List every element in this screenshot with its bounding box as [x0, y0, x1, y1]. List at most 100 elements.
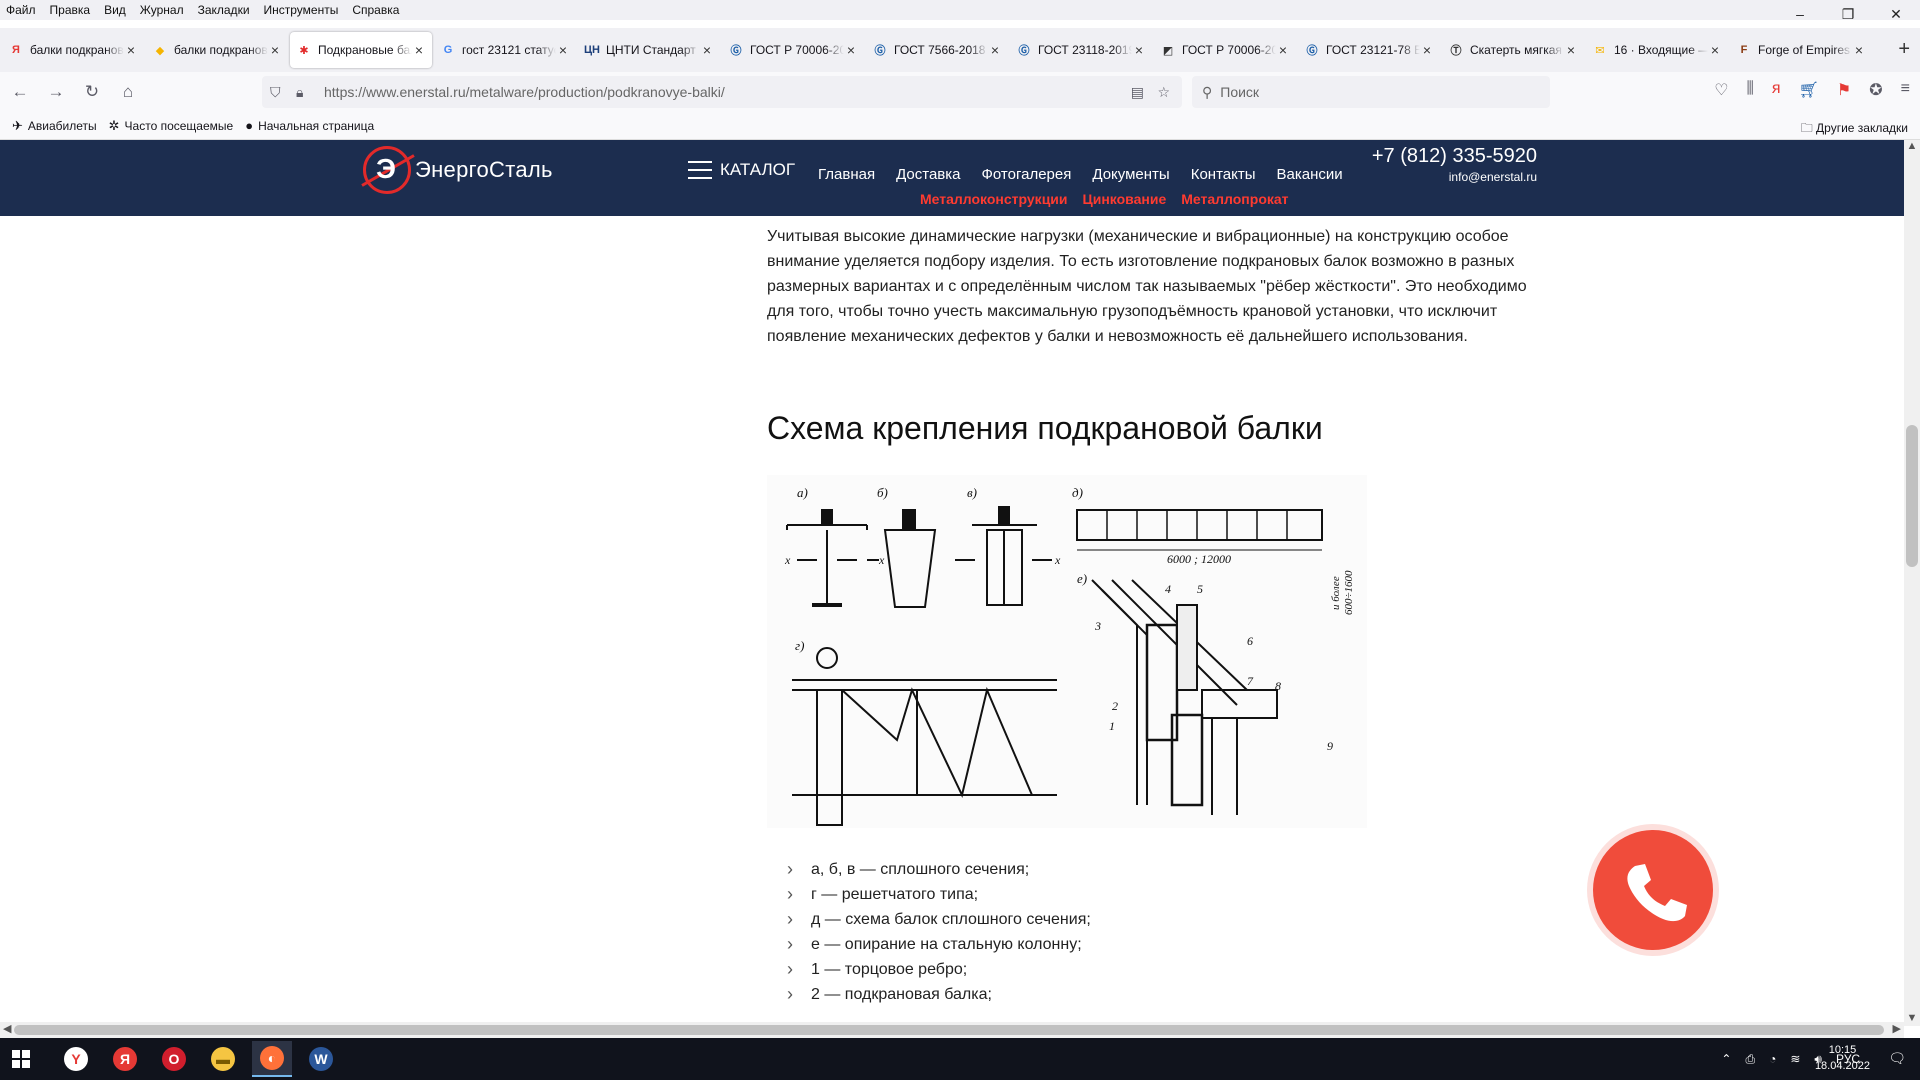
- tab-close-icon[interactable]: ×: [124, 42, 138, 58]
- scroll-down-icon[interactable]: ▼: [1904, 1012, 1920, 1024]
- tray-chevron-icon[interactable]: ⌃: [1721, 1052, 1731, 1066]
- label-n9: 9: [1327, 739, 1333, 753]
- address-bar[interactable]: ⛉ 🔒︎ https://www.enerstal.ru/metalware/p…: [262, 76, 1182, 108]
- restore-icon[interactable]: ❐: [1824, 0, 1872, 28]
- tab-close-icon[interactable]: ×: [844, 42, 858, 58]
- email-link[interactable]: info@enerstal.ru: [1449, 170, 1537, 184]
- browser-tab[interactable]: Ⓖ ГОСТ 7566-2018 ×: [866, 32, 1008, 68]
- taskbar-app[interactable]: W: [301, 1041, 341, 1077]
- game-icon: F: [1740, 44, 1748, 56]
- tab-close-icon[interactable]: ×: [412, 42, 426, 58]
- url-text[interactable]: https://www.enerstal.ru/metalware/produc…: [324, 84, 725, 100]
- shield-icon[interactable]: ⛉: [270, 84, 281, 101]
- close-window-icon[interactable]: ✕: [1872, 0, 1920, 28]
- browser-tab[interactable]: ◆ балки подкрановые×: [146, 32, 288, 68]
- menu-item[interactable]: Вид: [97, 3, 133, 17]
- nav-link[interactable]: Фотогалерея: [982, 166, 1072, 183]
- forward-icon[interactable]: →: [40, 76, 72, 108]
- label-x-3: x: [1054, 553, 1061, 567]
- catalog-button[interactable]: КАТАЛОГ: [688, 160, 795, 180]
- browser-tab[interactable]: ЦН ЦНТИ Стандарт ×: [578, 32, 720, 68]
- tab-close-icon[interactable]: ×: [1276, 42, 1290, 58]
- library-icon[interactable]: ⫼: [1747, 80, 1754, 100]
- tab-close-icon[interactable]: ×: [556, 42, 570, 58]
- taskbar-app[interactable]: Y: [56, 1041, 96, 1077]
- scroll-right-icon[interactable]: ▶: [1893, 1022, 1901, 1035]
- search-bar[interactable]: ⚲ Поиск: [1192, 76, 1550, 108]
- home-icon[interactable]: ⌂: [112, 76, 144, 108]
- menu-item[interactable]: Файл: [0, 3, 43, 17]
- browser-tab[interactable]: ◩ ГОСТ Р 70006-2022×: [1154, 32, 1296, 68]
- taskbar-app[interactable]: ▬: [203, 1041, 243, 1077]
- catalog-label: КАТАЛОГ: [720, 160, 796, 179]
- reader-view-icon[interactable]: ▤: [1131, 84, 1144, 101]
- back-icon[interactable]: ←: [4, 76, 36, 108]
- network-icon[interactable]: ◔: [1769, 1052, 1776, 1066]
- nav-link[interactable]: Доставка: [896, 166, 960, 183]
- menu-item[interactable]: Инструменты: [257, 3, 346, 17]
- nav-link[interactable]: Документы: [1092, 166, 1169, 183]
- tab-close-icon[interactable]: ×: [1708, 42, 1722, 58]
- phone-icon: [1627, 864, 1687, 922]
- app-menu-icon[interactable]: ≡: [1901, 80, 1910, 100]
- tab-close-icon[interactable]: ×: [268, 42, 282, 58]
- site-logo[interactable]: ЭнергоСталь: [363, 146, 553, 194]
- scroll-left-icon[interactable]: ◀: [3, 1022, 11, 1035]
- tab-close-icon[interactable]: ×: [1852, 42, 1866, 58]
- browser-tab[interactable]: Gгост 23121 статус ×: [434, 32, 576, 68]
- new-tab-icon[interactable]: +: [1898, 38, 1910, 61]
- explorer-icon: ▬: [211, 1047, 235, 1071]
- extensions-icon[interactable]: ✪: [1869, 80, 1882, 100]
- wifi-icon[interactable]: ≋: [1790, 1052, 1800, 1066]
- flag-ext-icon[interactable]: ⚑: [1837, 80, 1851, 100]
- nav-link[interactable]: Контакты: [1191, 166, 1256, 183]
- browser-tab[interactable]: Ⓖ ГОСТ 23118-2019 ×: [1010, 32, 1152, 68]
- tab-close-icon[interactable]: ×: [988, 42, 1002, 58]
- windows-start-icon[interactable]: [12, 1050, 30, 1068]
- scroll-up-icon[interactable]: ▲: [1904, 140, 1920, 152]
- browser-tab[interactable]: Ябалки подкрановые×: [2, 32, 144, 68]
- bookmark-item[interactable]: ✲ Часто посещаемые: [109, 118, 234, 134]
- tab-close-icon[interactable]: ×: [700, 42, 714, 58]
- browser-tab[interactable]: ✉ 16 · Входящие — ×: [1586, 32, 1728, 68]
- horizontal-scroll-thumb[interactable]: [14, 1025, 1884, 1035]
- phone-number[interactable]: +7 (812) 335-5920: [1372, 145, 1537, 168]
- yandex-ext-icon[interactable]: я: [1772, 80, 1781, 100]
- notifications-icon[interactable]: 🗨︎: [1888, 1050, 1906, 1067]
- subnav-link[interactable]: Металлоконструкции: [920, 191, 1068, 207]
- call-button[interactable]: [1593, 830, 1713, 950]
- menu-item[interactable]: Справка: [345, 3, 406, 17]
- reload-icon[interactable]: ↻: [76, 76, 108, 108]
- tab-close-icon[interactable]: ×: [1420, 42, 1434, 58]
- bookmark-item[interactable]: ✈ Авиабилеты: [12, 118, 97, 134]
- taskbar-app[interactable]: ◐: [252, 1041, 292, 1077]
- browser-tab[interactable]: Ⓖ ГОСТ 23121-78 Б ×: [1298, 32, 1440, 68]
- taskbar-app[interactable]: Я: [105, 1041, 145, 1077]
- browser-tab[interactable]: Ⓖ ГОСТ Р 70006-2022×: [722, 32, 864, 68]
- browser-tab[interactable]: ✱ Подкрановые балки×: [290, 32, 432, 68]
- tab-close-icon[interactable]: ×: [1564, 42, 1578, 58]
- menu-item[interactable]: Закладки: [191, 3, 257, 17]
- subnav-link[interactable]: Металлопрокат: [1181, 191, 1288, 207]
- clock[interactable]: 10:15 18.04.2022: [1815, 1042, 1870, 1074]
- browser-tab[interactable]: F Forge of Empires ×: [1730, 32, 1872, 68]
- horizontal-scrollbar[interactable]: ◀ ▶: [0, 1022, 1904, 1038]
- subnav-link[interactable]: Цинкование: [1083, 191, 1167, 207]
- pocket-icon[interactable]: ♡: [1714, 80, 1728, 100]
- bookmark-item[interactable]: ● Начальная страница: [245, 118, 374, 133]
- bookmark-star-icon[interactable]: ☆: [1157, 84, 1170, 101]
- minimize-icon[interactable]: –: [1776, 0, 1824, 28]
- tray-device-icon[interactable]: ⎙: [1745, 1052, 1755, 1067]
- taskbar-app[interactable]: O: [154, 1041, 194, 1077]
- nav-link[interactable]: Главная: [818, 166, 875, 183]
- cart-icon[interactable]: 🛒︎: [1799, 80, 1819, 100]
- other-bookmarks[interactable]: 🗀︎ Другие закладки: [1801, 119, 1908, 140]
- tab-close-icon[interactable]: ×: [1132, 42, 1146, 58]
- label-n5: 5: [1197, 582, 1203, 596]
- nav-link[interactable]: Вакансии: [1277, 166, 1343, 183]
- vertical-scrollbar[interactable]: ▲ ▼: [1904, 140, 1920, 1026]
- browser-tab[interactable]: Ⓣ Скатерть мягкая ×: [1442, 32, 1584, 68]
- menu-item[interactable]: Журнал: [133, 3, 191, 17]
- menu-item[interactable]: Правка: [43, 3, 98, 17]
- vertical-scroll-thumb[interactable]: [1906, 425, 1918, 567]
